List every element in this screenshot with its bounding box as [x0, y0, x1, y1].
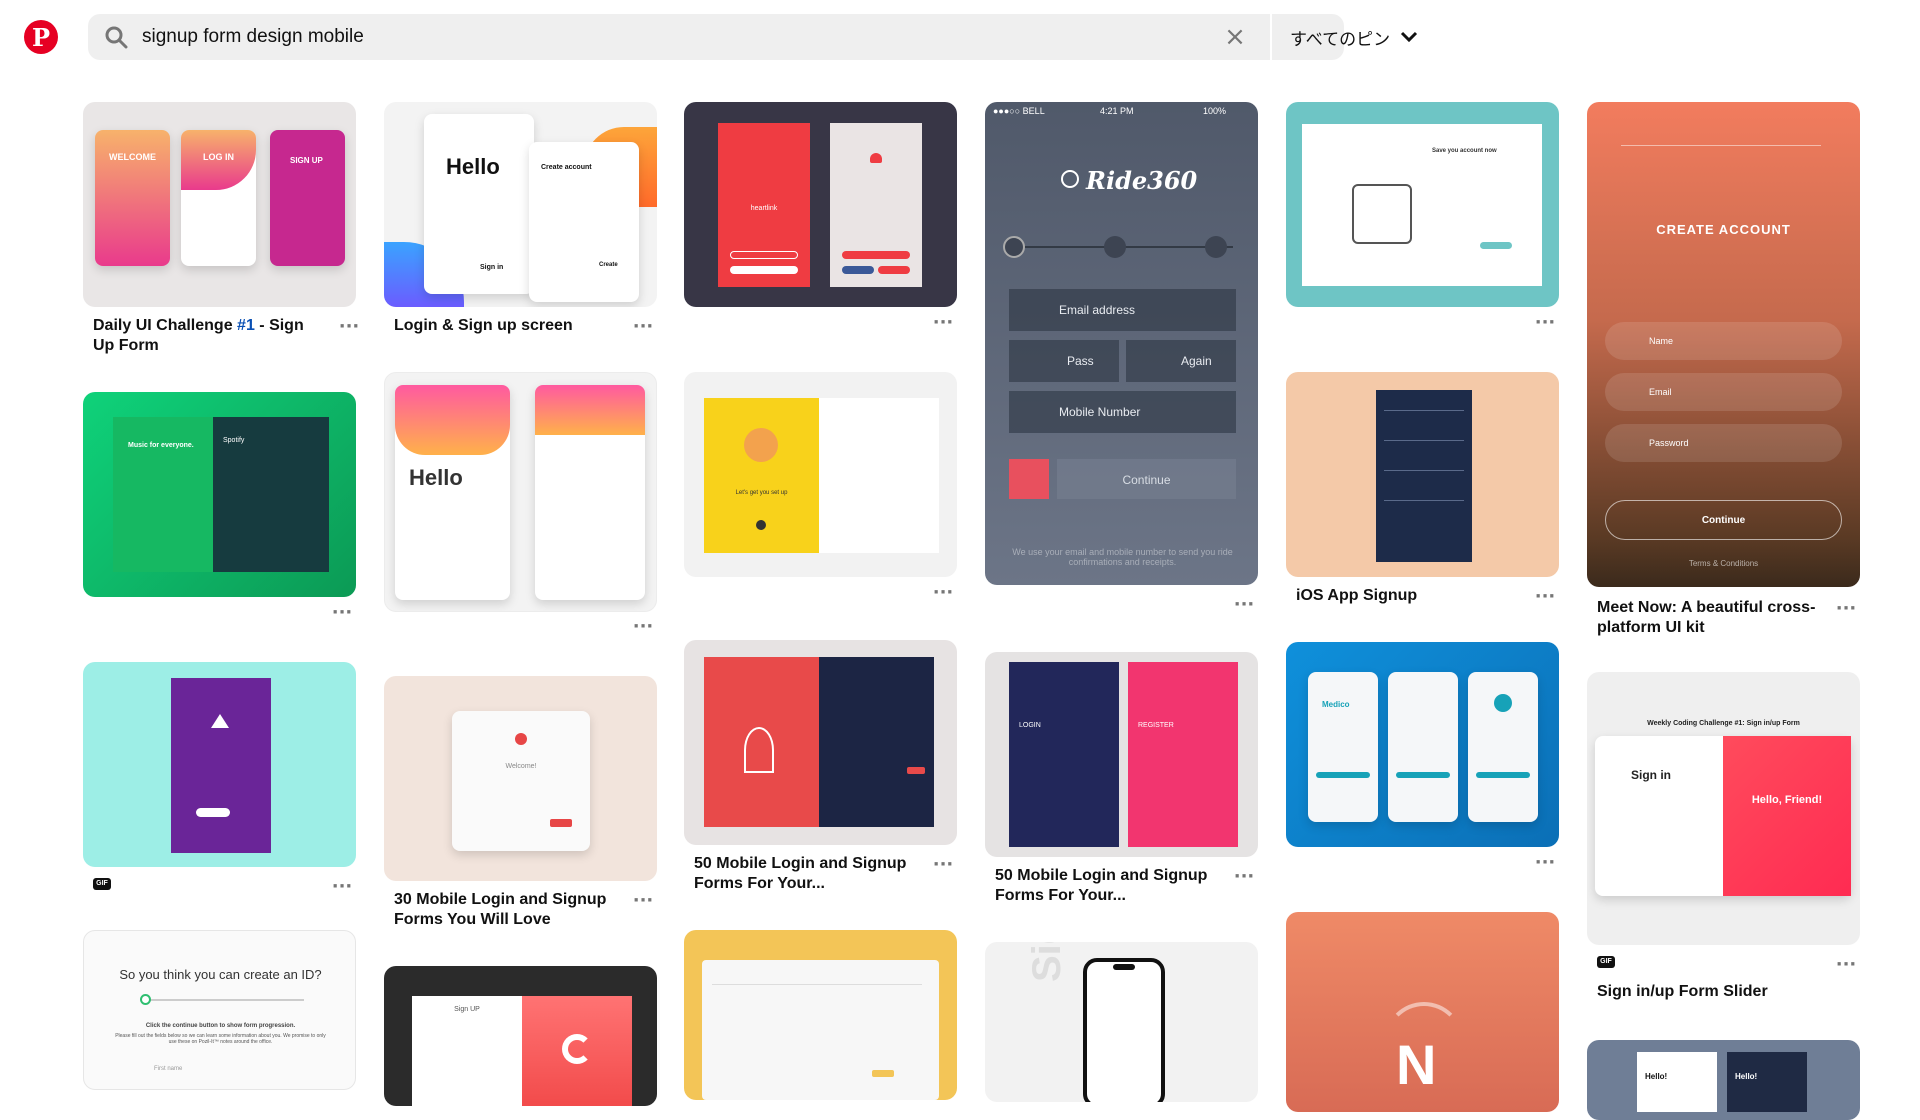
pin-image[interactable]: So you think you can create an ID? Click… — [83, 930, 356, 1090]
more-options-icon[interactable]: ··· — [931, 584, 955, 602]
pin-image[interactable]: Hello Sign in Create account Create — [384, 102, 657, 307]
pin-image[interactable]: Welcome! — [384, 676, 657, 881]
more-options-icon[interactable]: ··· — [1834, 600, 1858, 618]
more-options-icon[interactable]: ··· — [330, 604, 354, 622]
pin-card[interactable]: Sign UP — [384, 966, 657, 1106]
pin-card[interactable]: Sign Up — [985, 942, 1258, 1102]
pin-image[interactable]: Save you account now — [1286, 102, 1559, 307]
pin-title[interactable]: Sign in/up Form Slider — [1597, 982, 1827, 1002]
pin-image[interactable]: Medico — [1286, 642, 1559, 847]
close-icon[interactable]: × — [1222, 24, 1248, 50]
pin-title[interactable]: 50 Mobile Login and Signup Forms For You… — [995, 866, 1225, 906]
pin-image[interactable]: ●●●○○ BELL 4:21 PM 100% Ride360 Email ad… — [985, 102, 1258, 585]
more-options-icon[interactable]: ··· — [1834, 956, 1858, 974]
pin-card[interactable]: CREATE ACCOUNT Name Email Password Conti… — [1587, 102, 1860, 642]
pin-image[interactable]: Sign Up — [985, 942, 1258, 1102]
pin-card[interactable]: 50 Mobile Login and Signup Forms For You… — [684, 640, 957, 900]
pin-card[interactable]: heartlink ··· — [684, 102, 957, 342]
search-input[interactable] — [142, 22, 1202, 52]
chevron-down-icon — [1401, 31, 1418, 43]
more-options-icon[interactable]: ··· — [931, 314, 955, 332]
pin-card[interactable]: Hello Sign in Create account Create Login … — [384, 102, 657, 342]
pin-image[interactable]: WELCOME LOG IN SIGN UP — [83, 102, 356, 307]
pin-title[interactable]: Daily UI Challenge #1 - Sign Up Form — [93, 316, 323, 356]
pin-image[interactable]: Hello — [384, 372, 657, 612]
more-options-icon[interactable]: ··· — [1533, 854, 1557, 872]
pin-title[interactable]: Meet Now: A beautiful cross-platform UI … — [1597, 598, 1827, 638]
pin-card[interactable]: iOS App Signup ··· — [1286, 372, 1559, 612]
pin-image[interactable]: Sign UP — [384, 966, 657, 1106]
pin-card[interactable]: Let's get you set up ··· — [684, 372, 957, 607]
search-icon — [105, 26, 128, 49]
pin-card[interactable]: WELCOME LOG IN SIGN UP Daily UI Challeng… — [83, 102, 359, 368]
pin-image[interactable]: N — [1286, 912, 1559, 1112]
pin-image[interactable]: LOGIN REGISTER — [985, 652, 1258, 857]
gif-badge: GIF — [1597, 956, 1615, 968]
pin-card[interactable]: Medico ··· — [1286, 642, 1559, 882]
pin-image[interactable]: Music for everyone. Spotify — [83, 392, 356, 597]
more-options-icon[interactable]: ··· — [631, 618, 655, 636]
pin-image[interactable] — [684, 930, 957, 1100]
more-options-icon[interactable]: ··· — [631, 318, 655, 336]
pin-image[interactable] — [83, 662, 356, 867]
more-options-icon[interactable]: ··· — [1533, 588, 1557, 606]
pin-image[interactable]: Let's get you set up — [684, 372, 957, 577]
filter-label: すべてのピン — [1290, 29, 1391, 50]
top-bar: P × すべてのピン — [0, 0, 1920, 76]
pin-image[interactable] — [684, 640, 957, 845]
pin-card[interactable]: Weekly Coding Challenge #1: Sign in/up F… — [1587, 672, 1860, 1012]
pin-card[interactable]: Welcome! 30 Mobile Login and Signup Form… — [384, 676, 657, 936]
pin-title[interactable]: 50 Mobile Login and Signup Forms For You… — [694, 854, 924, 894]
more-options-icon[interactable]: ··· — [1533, 314, 1557, 332]
more-options-icon[interactable]: ··· — [1232, 868, 1256, 886]
more-options-icon[interactable]: ··· — [337, 318, 361, 336]
pin-card[interactable]: GIF ··· — [83, 662, 356, 902]
pin-card[interactable]: Save you account now ··· — [1286, 102, 1559, 342]
pin-image[interactable]: Hello! Hello! — [1587, 1040, 1860, 1120]
pin-card[interactable] — [684, 930, 957, 1100]
pin-card[interactable]: Hello ··· — [384, 372, 657, 642]
pin-card[interactable]: Music for everyone. Spotify ··· — [83, 392, 356, 622]
filter-dropdown[interactable]: すべてのピン — [1272, 14, 1434, 60]
search-bar: × すべてのピン — [88, 14, 1418, 60]
more-options-icon[interactable]: ··· — [931, 856, 955, 874]
pin-image[interactable]: CREATE ACCOUNT Name Email Password Conti… — [1587, 102, 1860, 587]
pin-card[interactable]: ●●●○○ BELL 4:21 PM 100% Ride360 Email ad… — [985, 102, 1258, 622]
pin-card[interactable]: So you think you can create an ID? Click… — [83, 930, 356, 1090]
pin-title[interactable]: iOS App Signup — [1296, 586, 1526, 606]
pin-card[interactable]: N — [1286, 912, 1559, 1112]
more-options-icon[interactable]: ··· — [1232, 596, 1256, 614]
pin-title[interactable]: Login & Sign up screen — [394, 316, 624, 336]
gif-badge: GIF — [93, 878, 111, 890]
pin-image[interactable] — [1286, 372, 1559, 577]
more-options-icon[interactable]: ··· — [631, 892, 655, 910]
pinterest-logo[interactable]: P — [24, 20, 58, 54]
pin-card[interactable]: LOGIN REGISTER 50 Mobile Login and Signu… — [985, 652, 1258, 912]
pin-image[interactable]: Weekly Coding Challenge #1: Sign in/up F… — [1587, 672, 1860, 945]
pin-card[interactable]: Hello! Hello! — [1587, 1040, 1860, 1120]
pin-image[interactable]: heartlink — [684, 102, 957, 307]
more-options-icon[interactable]: ··· — [330, 878, 354, 896]
pin-title[interactable]: 30 Mobile Login and Signup Forms You Wil… — [394, 890, 624, 930]
